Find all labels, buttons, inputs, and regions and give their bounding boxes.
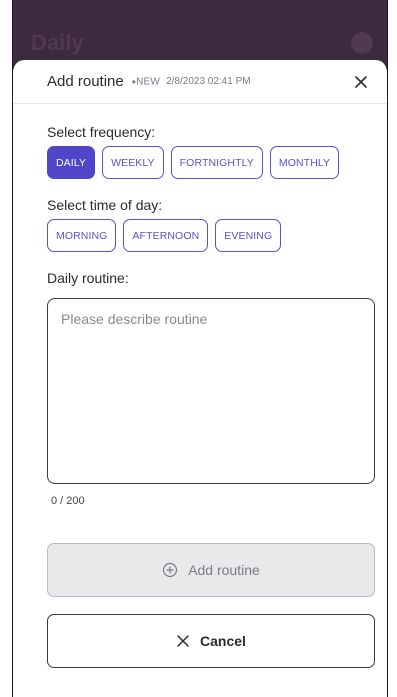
- timestamp: 2/8/2023 02:41 PM: [166, 76, 251, 87]
- x-icon: [176, 634, 190, 648]
- new-badge: •NEW: [132, 75, 160, 89]
- routine-textarea[interactable]: [47, 298, 375, 484]
- frequency-chip-fortnightly[interactable]: FORTNIGHTLY: [170, 146, 263, 179]
- cancel-button-label: Cancel: [200, 633, 246, 649]
- frequency-chip-weekly[interactable]: WEEKLY: [102, 146, 164, 179]
- sheet-title: Add routine: [47, 73, 124, 90]
- cancel-button[interactable]: Cancel: [47, 614, 375, 668]
- new-badge-label: NEW: [136, 76, 161, 88]
- add-routine-button-label: Add routine: [188, 562, 260, 578]
- character-count: 0 / 200: [51, 495, 85, 507]
- close-icon: [355, 75, 367, 88]
- time-chip-afternoon[interactable]: AFTERNOON: [123, 219, 209, 252]
- time-chip-evening[interactable]: EVENING: [215, 219, 282, 252]
- time-chip-morning[interactable]: MORNING: [47, 219, 117, 252]
- background-page-title: Daily: [31, 30, 84, 55]
- sheet-header: Add routine •NEW 2/8/2023 02:41 PM: [13, 60, 387, 104]
- background-icon: [351, 32, 373, 54]
- sheet-content: Select frequency: DAILY WEEKLY FORTNIGHT…: [13, 124, 387, 668]
- close-button[interactable]: [349, 70, 373, 94]
- frequency-options: DAILY WEEKLY FORTNIGHTLY MONTHLY: [47, 146, 373, 179]
- frequency-chip-daily[interactable]: DAILY: [47, 146, 96, 179]
- time-of-day-label: Select time of day:: [47, 197, 163, 213]
- time-of-day-options: MORNING AFTERNOON EVENING: [47, 219, 373, 252]
- frequency-chip-monthly[interactable]: MONTHLY: [269, 146, 340, 179]
- routine-field-wrapper: [47, 298, 375, 484]
- frequency-label: Select frequency:: [47, 124, 156, 140]
- plus-circle-icon: [162, 562, 178, 578]
- routine-label: Daily routine:: [47, 270, 129, 286]
- add-routine-sheet: Add routine •NEW 2/8/2023 02:41 PM Selec…: [12, 60, 388, 697]
- add-routine-button[interactable]: Add routine: [47, 543, 375, 597]
